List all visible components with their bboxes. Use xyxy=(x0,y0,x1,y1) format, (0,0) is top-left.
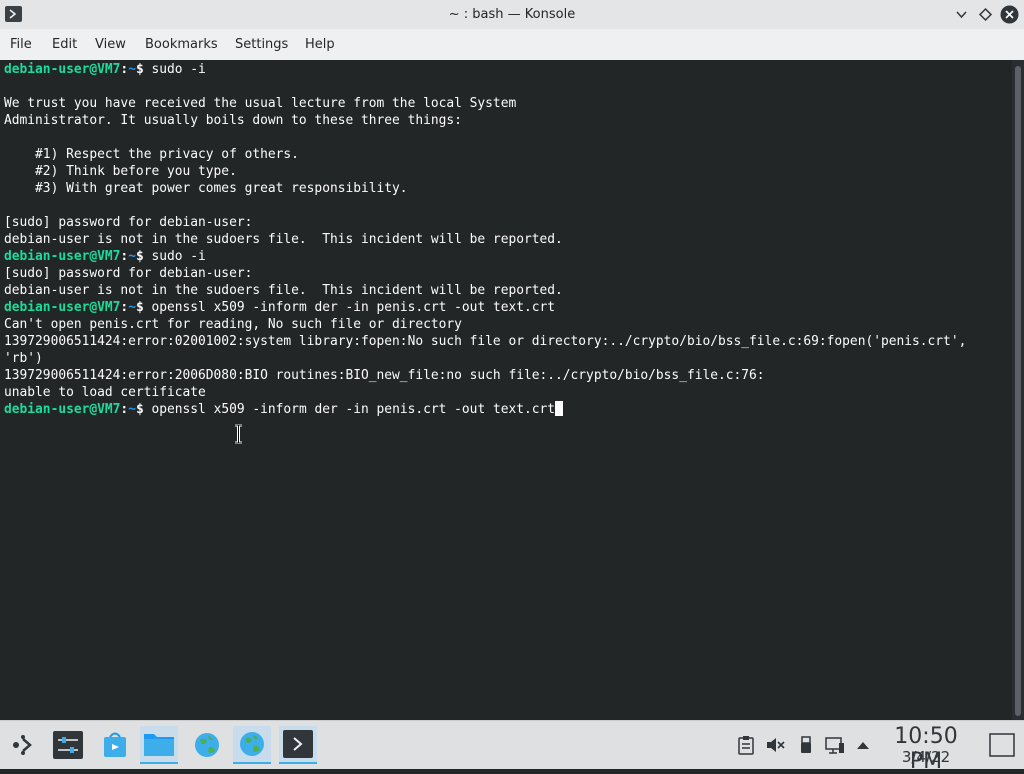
prompt-path: ~ xyxy=(128,61,136,77)
konsole-launcher[interactable] xyxy=(279,726,317,764)
ibeam-cursor-icon xyxy=(235,424,242,444)
application-launcher-button[interactable] xyxy=(4,726,42,764)
shell-prompt: debian-user@VM7:~$ xyxy=(4,299,144,315)
application-launcher-icon xyxy=(13,735,32,755)
web-browser-launcher[interactable] xyxy=(188,726,226,764)
terminal-view[interactable]: debian-user@VM7:~$ sudo -i We trust you h… xyxy=(0,60,1012,720)
clipboard-icon[interactable] xyxy=(736,735,756,755)
prompt-path: ~ xyxy=(128,299,136,315)
output-line: #2) Think before you type. xyxy=(4,163,237,179)
command-text: sudo -i xyxy=(151,248,206,264)
output-line: Can't open penis.crt for reading, No suc… xyxy=(4,316,462,332)
network-icon[interactable] xyxy=(825,735,845,755)
discover-icon xyxy=(104,732,126,757)
terminal-scrollbar[interactable] xyxy=(1012,60,1024,720)
menu-settings[interactable]: Settings xyxy=(235,29,288,60)
scrollbar-thumb[interactable] xyxy=(1015,66,1021,716)
command-line: debian-user@VM7:~$ openssl x509 -inform … xyxy=(4,299,555,316)
command-line: debian-user@VM7:~$ openssl x509 -inform … xyxy=(4,400,564,418)
command-text: sudo -i xyxy=(151,61,206,77)
dolphin-launcher[interactable] xyxy=(140,726,178,764)
discover-launcher[interactable] xyxy=(96,726,134,764)
command-text: openssl x509 -inform der -in penis.crt -… xyxy=(151,401,556,417)
konsole-icon xyxy=(283,730,313,758)
output-line: debian-user is not in the sudoers file. … xyxy=(4,282,563,298)
globe-icon xyxy=(195,733,219,757)
output-line: debian-user is not in the sudoers file. … xyxy=(4,231,563,247)
output-line: 'rb') xyxy=(4,350,43,366)
window-title: ~ : bash — Konsole xyxy=(448,7,576,22)
globe-icon xyxy=(240,732,264,756)
volume-muted-icon[interactable] xyxy=(765,735,785,755)
prompt-user-host: debian-user@VM7 xyxy=(4,401,121,417)
output-line: [sudo] password for debian-user: xyxy=(4,214,253,230)
prompt-user-host: debian-user@VM7 xyxy=(4,61,121,77)
command-text: openssl x509 -inform der -in penis.crt -… xyxy=(151,299,556,315)
shell-prompt: debian-user@VM7:~$ xyxy=(4,61,144,77)
usb-icon[interactable] xyxy=(796,735,816,755)
menu-edit[interactable]: Edit xyxy=(52,29,77,60)
menu-bookmarks[interactable]: Bookmarks xyxy=(145,29,218,60)
folder-icon xyxy=(144,734,174,756)
minimize-icon[interactable] xyxy=(952,5,971,24)
web-browser-2-launcher[interactable] xyxy=(233,726,271,764)
maximize-icon[interactable] xyxy=(976,5,995,24)
menu-view[interactable]: View xyxy=(95,29,126,60)
menu-file[interactable]: File xyxy=(10,29,32,60)
shell-prompt: debian-user@VM7:~$ xyxy=(4,401,144,417)
system-settings-launcher[interactable] xyxy=(49,726,87,764)
shell-prompt: debian-user@VM7:~$ xyxy=(4,248,144,264)
output-line: 139729006511424:error:02001002:system li… xyxy=(4,333,967,349)
system-settings-icon xyxy=(53,731,83,759)
show-desktop-icon[interactable] xyxy=(989,733,1015,757)
output-line: Administrator. It usually boils down to … xyxy=(4,112,462,128)
output-line: 139729006511424:error:2006D080:BIO routi… xyxy=(4,367,765,383)
output-line: #1) Respect the privacy of others. xyxy=(4,146,299,162)
output-line: We trust you have received the usual lec… xyxy=(4,95,517,111)
window-titlebar[interactable]: ~ : bash — Konsole xyxy=(0,0,1024,29)
text-cursor xyxy=(555,400,564,416)
output-line: unable to load certificate xyxy=(4,384,206,400)
menu-help[interactable]: Help xyxy=(305,29,335,60)
menu-bar: File Edit View Bookmarks Settings Help xyxy=(0,29,1024,61)
output-line: [sudo] password for debian-user: xyxy=(4,265,253,281)
prompt-path: ~ xyxy=(128,248,136,264)
prompt-user-host: debian-user@VM7 xyxy=(4,299,121,315)
clock-date[interactable]: 3/4/22 xyxy=(876,748,976,766)
command-line: debian-user@VM7:~$ sudo -i xyxy=(4,248,206,265)
expand-tray-icon[interactable] xyxy=(853,735,873,755)
output-line: #3) With great power comes great respons… xyxy=(4,180,408,196)
taskbar xyxy=(0,720,1024,769)
prompt-user-host: debian-user@VM7 xyxy=(4,248,121,264)
command-line: debian-user@VM7:~$ sudo -i xyxy=(4,61,206,78)
close-icon[interactable] xyxy=(1000,5,1019,24)
prompt-path: ~ xyxy=(128,401,136,417)
